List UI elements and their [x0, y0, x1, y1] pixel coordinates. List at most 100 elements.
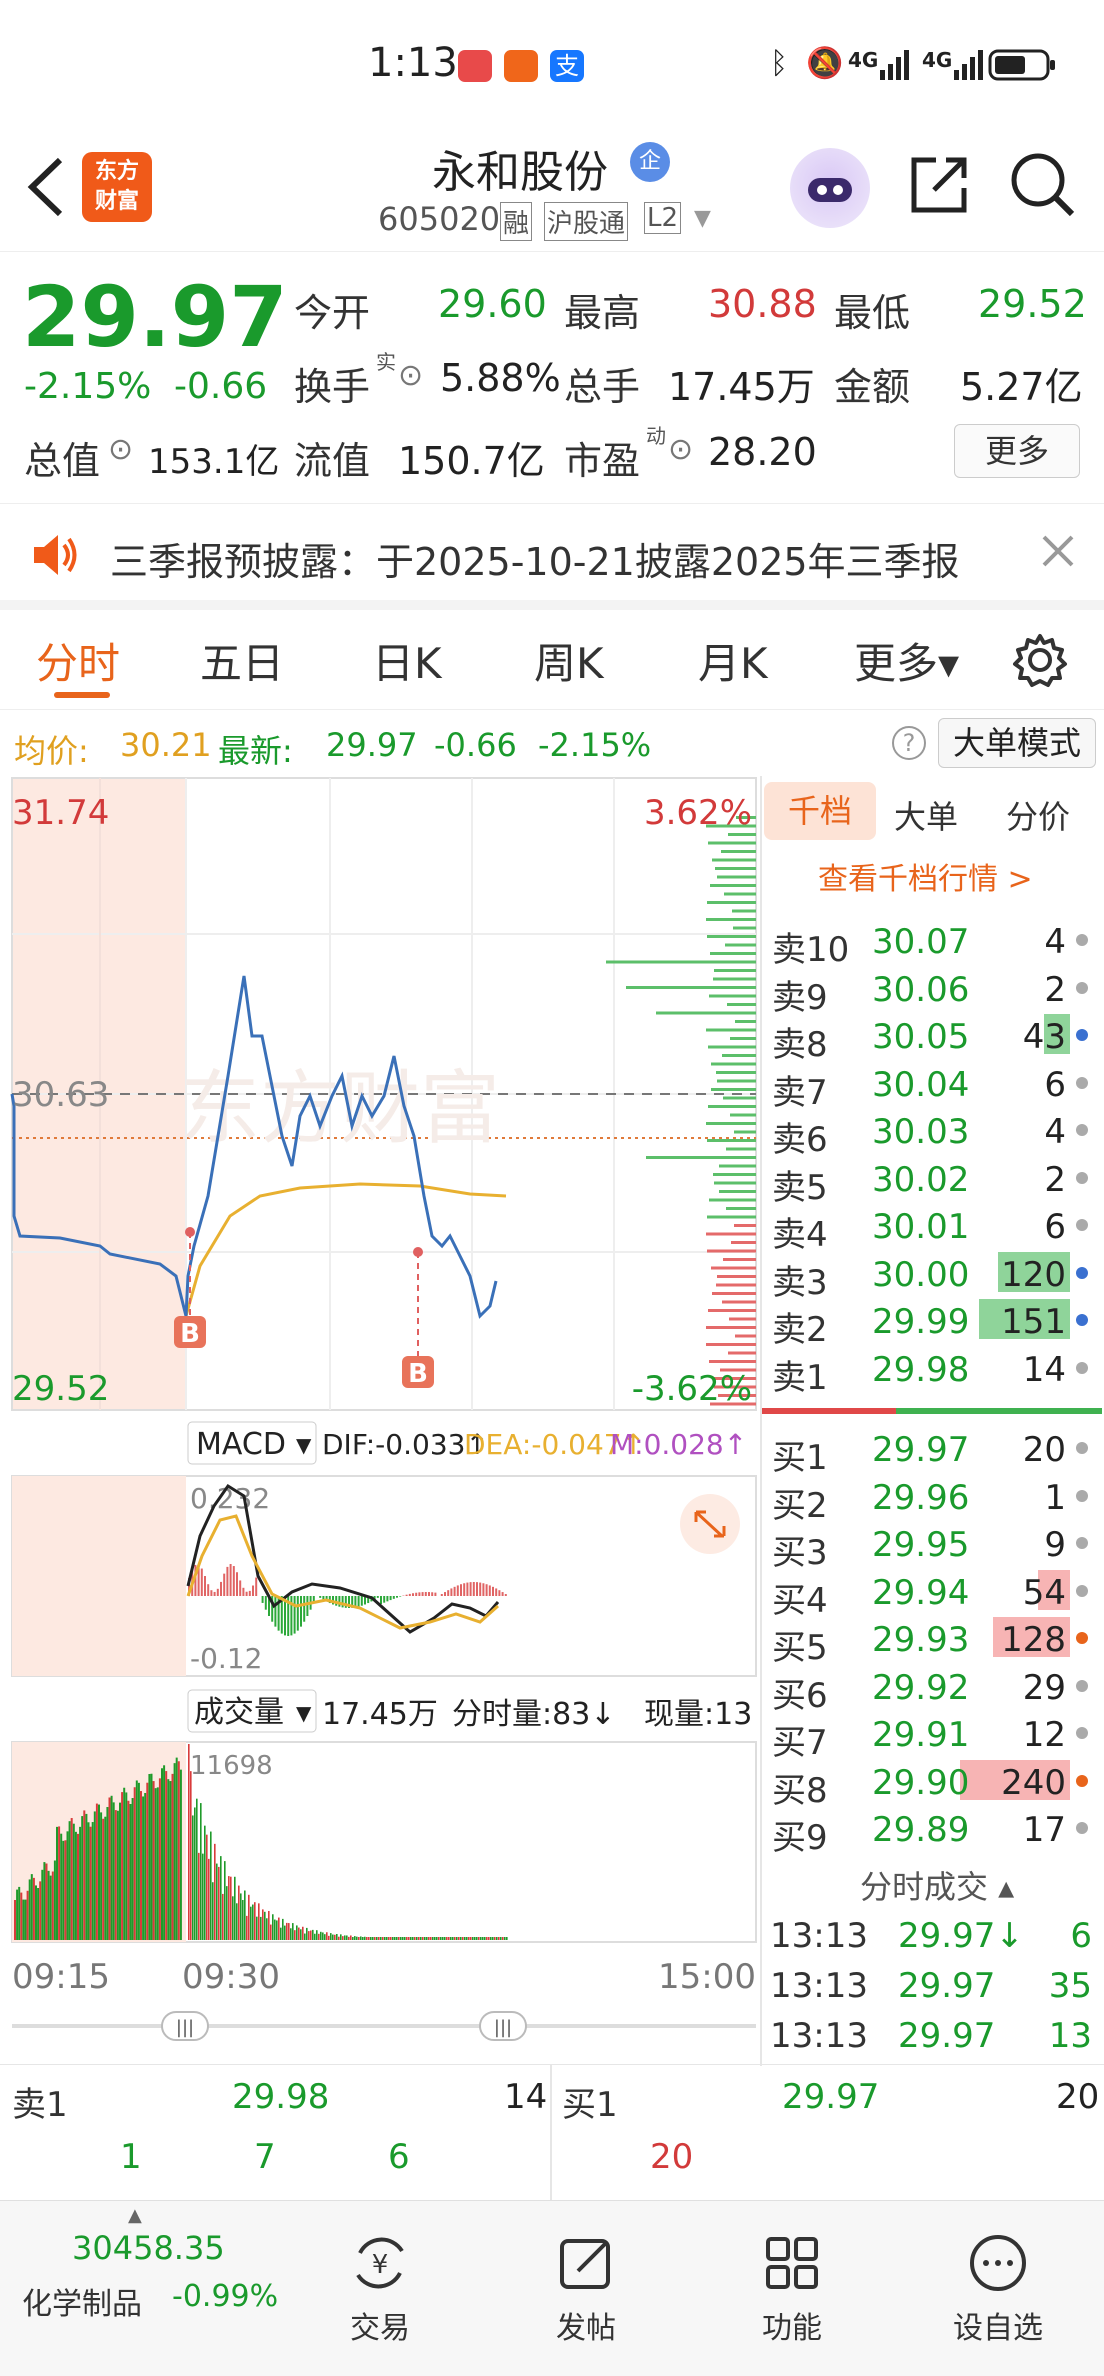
- volume-bar: [506, 1937, 508, 1940]
- grid-icon: [766, 2237, 818, 2289]
- svg-text:¥: ¥: [372, 2250, 389, 2280]
- volume-bar: [436, 1937, 438, 1940]
- bid-row[interactable]: 买5 29.93 128: [762, 1614, 1092, 1668]
- info-icon[interactable]: ⊙: [398, 358, 423, 393]
- macd-bar: [255, 1577, 258, 1596]
- add-watchlist-button[interactable]: 设自选: [918, 2231, 1078, 2347]
- ask-row[interactable]: 卖6 30.03 4: [762, 1106, 1092, 1160]
- ask-row[interactable]: 卖3 30.00 120: [762, 1249, 1092, 1303]
- trades-title[interactable]: 分时成交 ▴: [860, 1862, 1014, 1908]
- tab-price-dist[interactable]: 分价: [1006, 792, 1070, 838]
- volume-bar: [87, 1822, 90, 1940]
- ask-row[interactable]: 卖1 29.98 14: [762, 1344, 1092, 1398]
- trade-row: 13:13 29.97 35: [762, 1962, 1098, 2012]
- tab-more[interactable]: 更多▾: [854, 630, 959, 691]
- sector-pct[interactable]: -0.99%: [172, 2279, 278, 2314]
- bid-row[interactable]: 买3 29.95 9: [762, 1519, 1092, 1573]
- tab-5day[interactable]: 五日: [200, 630, 284, 691]
- bid-row[interactable]: 买8 29.90 240: [762, 1757, 1092, 1811]
- amount-label: 金额: [834, 365, 911, 409]
- bid-row[interactable]: 买4 29.94 54: [762, 1567, 1092, 1621]
- depth-bar: [706, 918, 756, 921]
- volume-bar: [47, 1870, 50, 1940]
- volume-bar: [171, 1773, 174, 1940]
- sector-name[interactable]: 化学制品: [22, 2279, 142, 2323]
- bid-row[interactable]: 买1 29.97 20: [762, 1424, 1092, 1478]
- ask-row[interactable]: 卖4 30.01 6: [762, 1201, 1092, 1255]
- ask-row[interactable]: 卖7 30.04 6: [762, 1059, 1092, 1113]
- depth-bar: [646, 1156, 756, 1159]
- volume-bar: [250, 1906, 252, 1940]
- ask-row[interactable]: 卖5 30.02 2: [762, 1154, 1092, 1208]
- close-icon[interactable]: [1040, 533, 1076, 573]
- tab-monthly-k[interactable]: 月K: [698, 630, 768, 691]
- functions-button[interactable]: 功能: [712, 2231, 872, 2347]
- volume-bar: [14, 1900, 16, 1940]
- volume-bar: [300, 1929, 302, 1940]
- bid-row[interactable]: 买2 29.96 1: [762, 1472, 1092, 1526]
- ask-qty: 2: [1044, 969, 1066, 1010]
- volume-bar: [256, 1916, 258, 1940]
- post-button[interactable]: 发帖: [506, 2231, 666, 2347]
- tab-daily-k[interactable]: 日K: [372, 630, 442, 691]
- tab-weekly-k[interactable]: 周K: [534, 630, 604, 691]
- bid-row[interactable]: 买6 29.92 29: [762, 1662, 1092, 1716]
- eastmoney-logo[interactable]: 东方 财富: [82, 152, 152, 222]
- ask-row[interactable]: 卖2 29.99 151: [762, 1296, 1092, 1350]
- volume-bar: [346, 1935, 348, 1940]
- big-order-mode-button[interactable]: 大单模式: [938, 718, 1096, 768]
- search-icon[interactable]: [1008, 150, 1078, 224]
- tab-thousand-level[interactable]: 千档: [764, 782, 876, 840]
- depth-bar: [707, 1215, 756, 1219]
- volume-bar: [152, 1781, 155, 1940]
- volume-bar: [140, 1791, 142, 1940]
- volume-bar: [116, 1810, 119, 1940]
- help-icon[interactable]: ?: [892, 726, 926, 760]
- ask-qty: 14: [1022, 1349, 1066, 1390]
- assistant-avatar[interactable]: [790, 148, 870, 228]
- volume-bar: [372, 1937, 374, 1940]
- notice-bar[interactable]: 三季报预披露：于2025-10-21披露2025年三季报: [0, 505, 1104, 610]
- bid-row[interactable]: 买7 29.91 12: [762, 1709, 1092, 1763]
- macd-bar: [380, 1596, 382, 1604]
- volume-bar: [274, 1919, 276, 1940]
- info-icon[interactable]: ⊙: [668, 432, 693, 467]
- order-dot-icon: [1076, 1314, 1088, 1326]
- ask-price: 30.00: [872, 1254, 970, 1295]
- tab-intraday[interactable]: 分时: [36, 630, 120, 691]
- sector-index-value[interactable]: 30458.35: [72, 2229, 225, 2267]
- share-icon[interactable]: [906, 152, 972, 222]
- volume-bar: [354, 1936, 356, 1940]
- volume-bar: [165, 1771, 168, 1940]
- volume-bar: [121, 1792, 124, 1940]
- volume-bar: [106, 1807, 109, 1940]
- more-button[interactable]: 更多: [954, 424, 1080, 478]
- expand-up-icon[interactable]: ▲: [128, 2205, 142, 2226]
- bid-row[interactable]: 买9 29.89 17: [762, 1804, 1092, 1858]
- trade-button[interactable]: ¥ 交易: [300, 2231, 460, 2347]
- macd-bar: [418, 1592, 421, 1596]
- tab-big-order[interactable]: 大单: [894, 792, 958, 838]
- depth-bar: [708, 841, 756, 845]
- macd-bar: [504, 1594, 507, 1596]
- intraday-chart[interactable]: 东方财富 B B 31.74 3.62% 30.63 29.52 -3.62% …: [0, 776, 760, 2066]
- order-dot-icon: [1076, 1489, 1088, 1502]
- ask-row[interactable]: 卖9 30.06 2: [762, 964, 1092, 1018]
- macd-bar: [360, 1596, 363, 1606]
- volume-bar: [64, 1840, 67, 1940]
- gear-icon[interactable]: [1012, 632, 1068, 692]
- ask-row[interactable]: 卖10 30.07 4: [762, 916, 1092, 970]
- ask-row[interactable]: 卖8 30.05 43: [762, 1011, 1092, 1065]
- volume-bar: [204, 1825, 206, 1940]
- dropdown-icon[interactable]: ▼: [694, 206, 711, 231]
- back-icon[interactable]: [22, 152, 70, 226]
- ask-qty: 43: [1022, 1017, 1066, 1057]
- volume-bar: [382, 1937, 384, 1940]
- order-dot-icon: [1076, 1774, 1088, 1787]
- volume-bar: [390, 1937, 392, 1940]
- view-thousand-link[interactable]: 查看千档行情 >: [818, 854, 1033, 898]
- info-icon[interactable]: ⊙: [108, 432, 133, 467]
- macd-bar: [434, 1592, 437, 1596]
- volume-bar: [466, 1937, 468, 1940]
- volume-bar: [37, 1887, 40, 1940]
